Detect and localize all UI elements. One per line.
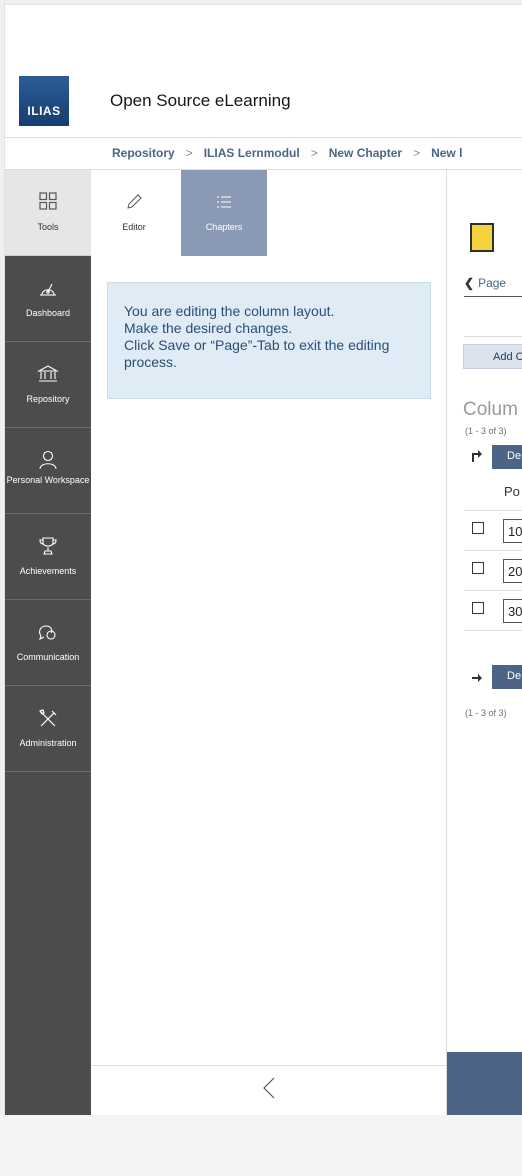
mainbar-item-administration[interactable]: Administration <box>5 686 91 772</box>
user-icon <box>5 450 91 472</box>
pencil-icon <box>91 194 177 216</box>
arrow-turn-down-right-icon <box>471 668 483 687</box>
breadcrumb-new-chapter[interactable]: New Chapter <box>329 146 402 160</box>
page-link-label: Page <box>478 276 507 290</box>
dashboard-icon <box>5 278 91 300</box>
divider <box>464 336 522 337</box>
collapse-chevron-left-icon[interactable] <box>262 1076 276 1105</box>
position-input[interactable]: 30 <box>503 599 522 623</box>
delete-button-bottom[interactable]: De <box>492 665 522 689</box>
mainbar-label: Dashboard <box>25 308 71 318</box>
page-icon <box>470 223 494 252</box>
table-row: 20 <box>464 551 522 591</box>
list-icon <box>181 194 267 216</box>
info-message-box: You are editing the column layout. Make … <box>107 282 431 399</box>
chat-icon <box>5 622 91 644</box>
mainbar-item-achievements[interactable]: Achievements <box>5 514 91 600</box>
tools-icon <box>5 708 91 730</box>
table-row: 10 <box>464 511 522 551</box>
info-line: process. <box>124 354 177 370</box>
window-frame-bottom <box>0 1115 522 1176</box>
content-footer-bar <box>447 1052 522 1115</box>
ilias-logo[interactable]: ILIAS <box>19 76 69 126</box>
position-input[interactable]: 20 <box>503 559 522 583</box>
grid-icon <box>5 192 91 214</box>
tab-chapters[interactable]: Chapters <box>181 170 267 256</box>
page-tab-link[interactable]: ❮ Page <box>464 276 522 297</box>
logo-text: ILIAS <box>27 104 61 118</box>
table-range-top: (1 - 3 of 3) <box>465 426 507 436</box>
delete-button-top[interactable]: De <box>492 445 522 469</box>
tab-label: Chapters <box>205 222 243 232</box>
slate-footer <box>91 1065 447 1115</box>
breadcrumb-new-page[interactable]: New l <box>431 146 462 160</box>
table-row: 30 <box>464 591 522 631</box>
main-bar: Tools Dashboard Repository Personal Work… <box>5 170 91 1115</box>
mainbar-item-communication[interactable]: Communication <box>5 600 91 686</box>
bank-icon <box>5 364 91 386</box>
mainbar-label: Administration <box>19 738 77 748</box>
breadcrumb-learning-module[interactable]: ILIAS Lernmodul <box>204 146 300 160</box>
table-title: Colum <box>463 399 518 420</box>
column-header-position[interactable]: Po <box>464 473 522 511</box>
mainbar-label: Achievements <box>19 566 77 576</box>
mainbar-label: Personal Workspace <box>6 475 90 485</box>
mainbar-label: Communication <box>16 652 80 662</box>
breadcrumb-repository[interactable]: Repository <box>112 146 175 160</box>
arrow-turn-right-icon <box>471 448 483 467</box>
chevron-left-icon: ❮ <box>464 276 475 290</box>
main-content: ❮ Page Add C Colum (1 - 3 of 3) De Po 10 … <box>447 170 522 1115</box>
tab-label: Editor <box>122 222 146 232</box>
breadcrumb-separator-icon: > <box>413 146 421 160</box>
row-checkbox[interactable] <box>472 522 484 534</box>
info-line: Click Save or “Page”-Tab to exit the edi… <box>124 337 390 353</box>
mainbar-label: Repository <box>26 394 70 404</box>
mainbar-item-repository[interactable]: Repository <box>5 342 91 428</box>
mainbar-label: Tools <box>37 222 59 232</box>
row-checkbox[interactable] <box>472 602 484 614</box>
table-actions-bottom: De <box>464 665 522 689</box>
breadcrumb: Repository > ILIAS Lernmodul > New Chapt… <box>5 137 522 170</box>
trophy-icon <box>5 536 91 558</box>
mainbar-item-tools[interactable]: Tools <box>5 170 91 256</box>
breadcrumb-separator-icon: > <box>310 146 318 160</box>
info-line: You are editing the column layout. <box>124 303 335 319</box>
mainbar-item-personal-workspace[interactable]: Personal Workspace <box>5 428 91 514</box>
mainbar-item-dashboard[interactable]: Dashboard <box>5 256 91 342</box>
window-frame-top <box>0 0 522 5</box>
tab-editor[interactable]: Editor <box>91 170 177 256</box>
row-checkbox[interactable] <box>472 562 484 574</box>
add-column-button[interactable]: Add C <box>463 344 522 369</box>
breadcrumb-separator-icon: > <box>185 146 193 160</box>
info-line: Make the desired changes. <box>124 320 293 336</box>
tool-slate: Editor Chapters You are editing the colu… <box>91 170 447 1115</box>
position-input[interactable]: 10 <box>503 519 522 543</box>
table-range-bottom: (1 - 3 of 3) <box>465 708 507 718</box>
table-actions-top: De <box>464 445 522 469</box>
site-title: Open Source eLearning <box>110 91 291 110</box>
